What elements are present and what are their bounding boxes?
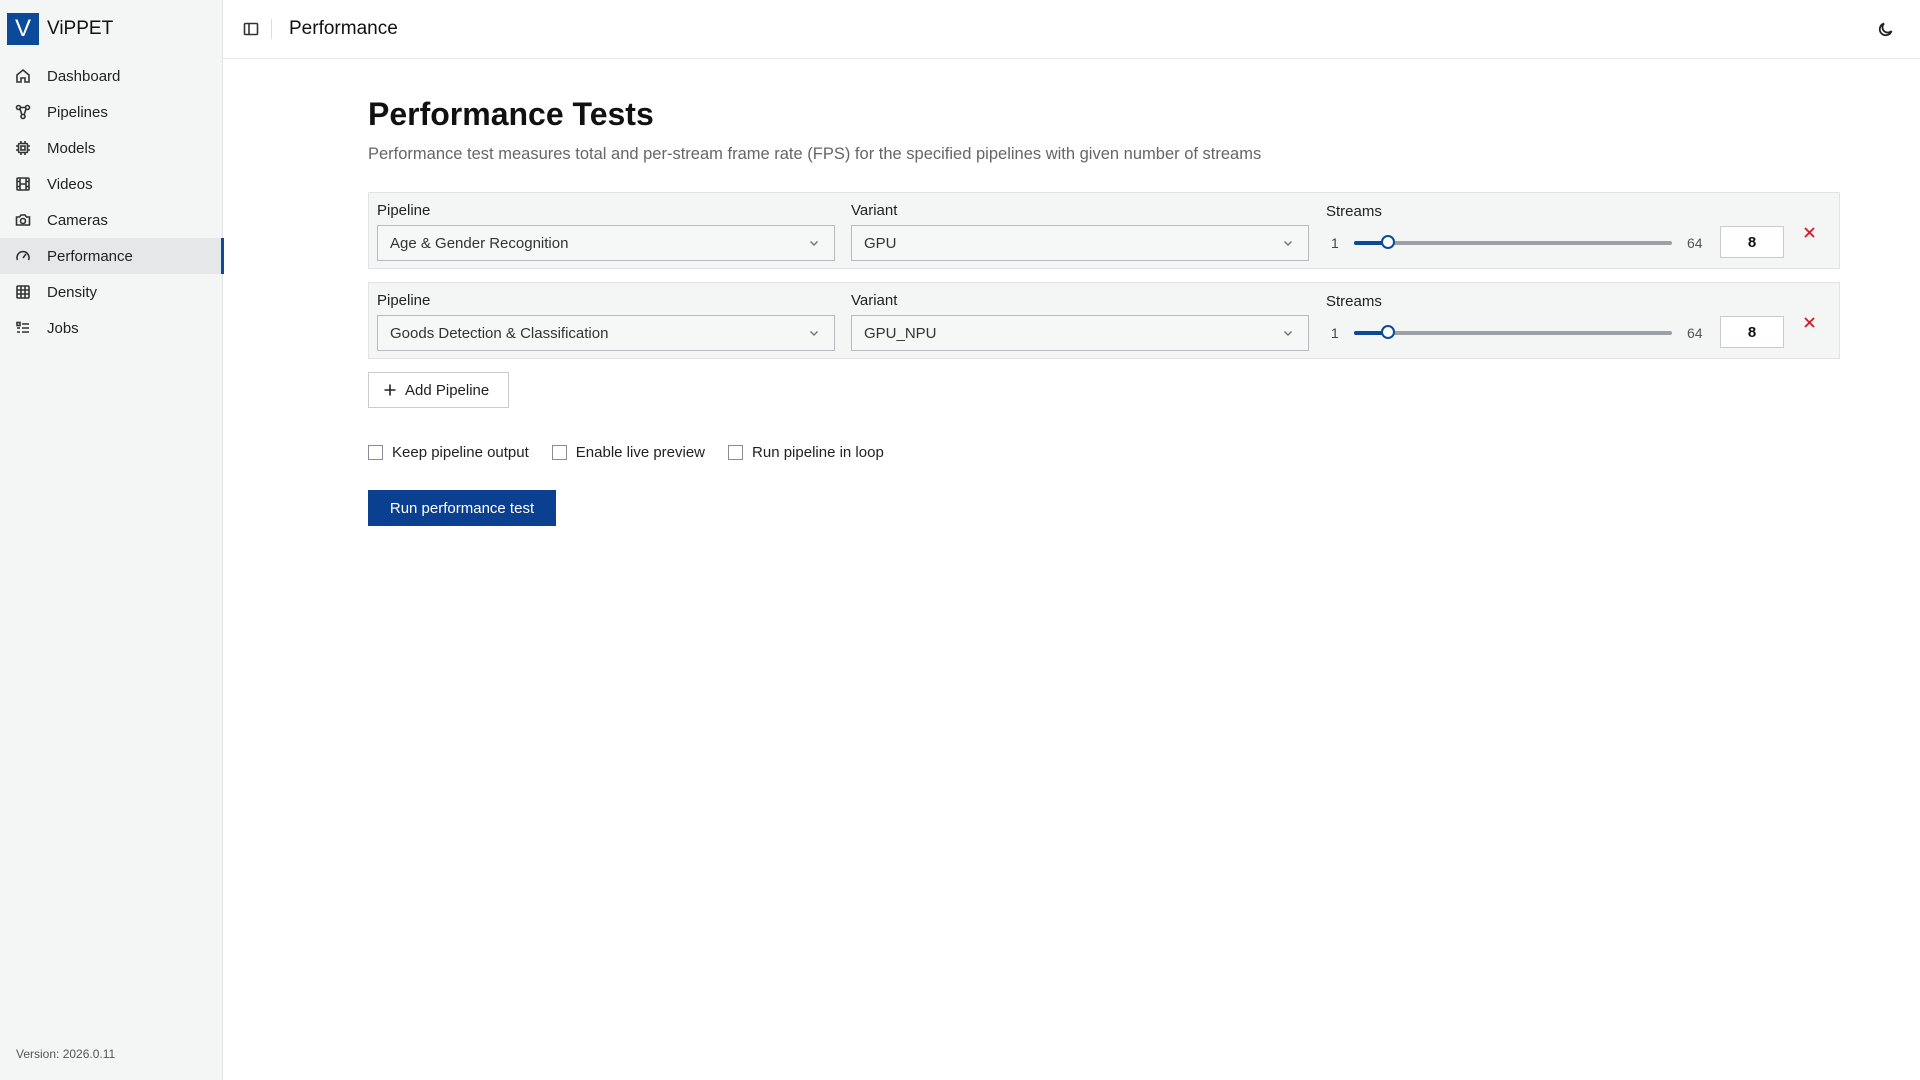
streams-input[interactable]: 8	[1720, 226, 1784, 258]
sidebar-nav: Dashboard Pipelines Models Videos Camera…	[0, 58, 224, 346]
top-bar: Performance	[223, 0, 1920, 59]
checkbox-label: Run pipeline in loop	[752, 444, 884, 461]
page-title: Performance Tests	[368, 96, 654, 132]
sidebar-item-models[interactable]: Models	[0, 130, 223, 166]
pipeline-row: Pipeline Age & Gender Recognition Varian…	[368, 192, 1840, 269]
pipeline-select[interactable]: Age & Gender Recognition	[377, 225, 835, 261]
run-performance-test-button[interactable]: Run performance test	[368, 490, 556, 526]
camera-icon	[15, 212, 31, 228]
chevron-down-icon	[808, 326, 820, 338]
pipeline-select-value: Goods Detection & Classification	[390, 324, 609, 342]
streams-label: Streams	[1326, 203, 1382, 220]
sidebar-item-label: Jobs	[47, 319, 79, 337]
sidebar-item-label: Cameras	[47, 211, 108, 229]
streams-input[interactable]: 8	[1720, 316, 1784, 348]
list-icon	[15, 320, 31, 336]
keep-output-checkbox[interactable]: Keep pipeline output	[368, 444, 529, 461]
live-preview-checkbox[interactable]: Enable live preview	[551, 444, 706, 461]
sidebar-item-label: Models	[47, 139, 96, 157]
chevron-down-icon	[1282, 326, 1294, 338]
sidebar-toggle-button[interactable]	[241, 19, 261, 39]
sidebar-item-jobs[interactable]: Jobs	[0, 310, 223, 346]
streams-min-label: 1	[1331, 325, 1339, 341]
sidebar-item-label: Videos	[47, 175, 93, 193]
brand[interactable]: V ViPPET	[7, 13, 113, 45]
home-icon	[15, 68, 31, 84]
app-name: ViPPET	[47, 18, 114, 39]
close-icon	[1803, 226, 1815, 238]
version-label: Version: 2026.0.11	[16, 1047, 116, 1061]
chevron-down-icon	[1282, 236, 1294, 248]
streams-min-label: 1	[1331, 235, 1339, 251]
streams-label: Streams	[1326, 293, 1382, 310]
run-in-loop-checkbox[interactable]: Run pipeline in loop	[728, 444, 884, 461]
sidebar-item-label: Dashboard	[47, 67, 121, 85]
page-description: Performance test measures total and per-…	[368, 145, 1262, 163]
add-pipeline-button[interactable]: Add Pipeline	[368, 372, 509, 408]
checkbox-label: Enable live preview	[575, 444, 706, 461]
pipeline-select[interactable]: Goods Detection & Classification	[377, 315, 835, 351]
sidebar-toggle-icon	[243, 21, 259, 37]
pipeline-select-value: Age & Gender Recognition	[390, 234, 569, 252]
grid-icon	[15, 284, 31, 300]
sidebar: V ViPPET Dashboard Pipelines Models Vide…	[0, 0, 224, 1080]
sidebar-item-label: Pipelines	[47, 103, 108, 121]
checkbox-box[interactable]	[551, 445, 567, 460]
sidebar-item-dashboard[interactable]: Dashboard	[0, 58, 223, 94]
sidebar-item-pipelines[interactable]: Pipelines	[0, 94, 223, 130]
pipeline-label: Pipeline	[377, 292, 431, 309]
sidebar-item-cameras[interactable]: Cameras	[0, 202, 223, 238]
page-header-title: Performance	[289, 18, 398, 39]
variant-select-value: GPU	[864, 234, 897, 252]
chip-icon	[15, 140, 31, 156]
variant-label: Variant	[851, 202, 898, 219]
logo: V	[7, 13, 39, 45]
variant-select[interactable]: GPU	[851, 225, 1309, 261]
close-icon	[1803, 316, 1815, 328]
pipeline-label: Pipeline	[377, 202, 431, 219]
sidebar-item-density[interactable]: Density	[0, 274, 223, 310]
remove-pipeline-button[interactable]	[1799, 222, 1819, 242]
pipeline-row: Pipeline Goods Detection & Classificatio…	[368, 282, 1840, 359]
sidebar-item-videos[interactable]: Videos	[0, 166, 223, 202]
streams-max-label: 64	[1687, 235, 1703, 251]
variant-label: Variant	[851, 292, 898, 309]
checkbox-label: Keep pipeline output	[392, 444, 529, 461]
remove-pipeline-button[interactable]	[1799, 312, 1819, 332]
streams-slider[interactable]	[1354, 235, 1672, 249]
moon-icon	[1878, 21, 1894, 37]
sidebar-item-label: Performance	[47, 247, 133, 265]
plus-icon	[383, 383, 397, 397]
variant-select[interactable]: GPU_NPU	[851, 315, 1309, 351]
checkbox-box[interactable]	[368, 445, 383, 460]
checkbox-box[interactable]	[728, 445, 744, 460]
sidebar-item-performance[interactable]: Performance	[0, 238, 224, 274]
streams-slider[interactable]	[1354, 325, 1672, 339]
streams-slider-thumb[interactable]	[1381, 235, 1395, 249]
header-divider	[271, 19, 272, 39]
streams-slider-thumb[interactable]	[1381, 325, 1395, 339]
add-pipeline-label: Add Pipeline	[405, 381, 490, 399]
chevron-down-icon	[808, 236, 820, 248]
theme-toggle-button[interactable]	[1876, 19, 1896, 39]
options-group: Keep pipeline output Enable live preview…	[368, 444, 907, 461]
sidebar-item-label: Density	[47, 283, 98, 301]
film-icon	[15, 176, 31, 192]
gauge-icon	[15, 248, 31, 264]
streams-max-label: 64	[1687, 325, 1703, 341]
pipeline-icon	[15, 104, 31, 120]
variant-select-value: GPU_NPU	[864, 324, 937, 342]
